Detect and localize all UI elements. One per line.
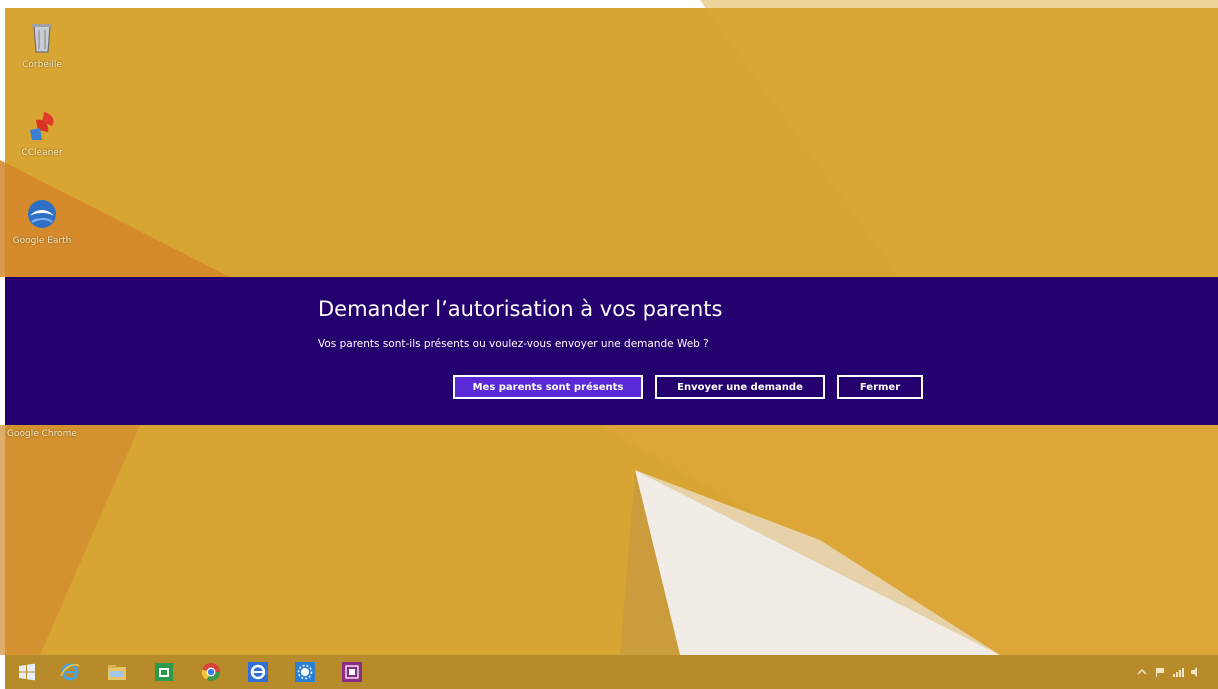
internet-explorer-icon bbox=[60, 663, 80, 681]
desktop-icon-ccleaner[interactable]: CCleaner bbox=[6, 106, 78, 159]
recycle-bin-icon bbox=[32, 24, 52, 53]
volume-icon[interactable] bbox=[1190, 667, 1202, 677]
google-earth-icon bbox=[28, 200, 56, 228]
file-explorer-icon bbox=[108, 665, 126, 680]
close-button[interactable]: Fermer bbox=[837, 375, 923, 399]
desktop-icon-google-chrome[interactable]: Google Chrome bbox=[6, 427, 78, 440]
network-icon[interactable] bbox=[1172, 667, 1184, 677]
dialog-message: Vos parents sont-ils présents ou voulez-… bbox=[318, 338, 709, 350]
desktop-icon-google-earth[interactable]: Google Earth bbox=[6, 194, 78, 247]
parental-permission-dialog: Demander l’autorisation à vos parents Vo… bbox=[5, 277, 1218, 425]
flag-icon[interactable] bbox=[1154, 667, 1166, 677]
send-request-button[interactable]: Envoyer une demande bbox=[655, 375, 825, 399]
desktop-icon-label: Corbeille bbox=[22, 60, 62, 70]
onenote-icon bbox=[342, 662, 362, 682]
desktop: Corbeille CCleaner Google Earth Google C… bbox=[0, 0, 1218, 689]
store-icon bbox=[155, 663, 173, 681]
taskbar-onenote[interactable] bbox=[332, 658, 372, 686]
chevron-up-icon[interactable] bbox=[1136, 667, 1148, 677]
notification-area bbox=[1136, 660, 1208, 684]
ccleaner-icon bbox=[30, 112, 54, 140]
taskbar-store[interactable] bbox=[144, 658, 184, 686]
desktop-icon-label: CCleaner bbox=[21, 148, 63, 158]
chrome-icon bbox=[201, 663, 220, 682]
taskbar-file-explorer[interactable] bbox=[97, 658, 137, 686]
dialog-title: Demander l’autorisation à vos parents bbox=[318, 297, 723, 321]
taskbar-chrome[interactable] bbox=[191, 658, 231, 686]
taskbar-control-panel[interactable] bbox=[285, 658, 325, 686]
taskbar-internet-explorer-2[interactable] bbox=[238, 658, 278, 686]
start-button[interactable] bbox=[7, 658, 47, 686]
desktop-icon-label: Google Earth bbox=[12, 236, 72, 246]
start-icon bbox=[19, 663, 35, 681]
parents-present-button[interactable]: Mes parents sont présents bbox=[453, 375, 643, 399]
control-panel-icon bbox=[295, 662, 315, 682]
desktop-icon-label: Google Chrome bbox=[7, 429, 77, 439]
taskbar bbox=[5, 655, 1218, 689]
taskbar-internet-explorer[interactable] bbox=[50, 658, 90, 686]
internet-explorer-icon bbox=[248, 662, 268, 682]
desktop-icon-recycle-bin[interactable]: Corbeille bbox=[6, 18, 78, 71]
